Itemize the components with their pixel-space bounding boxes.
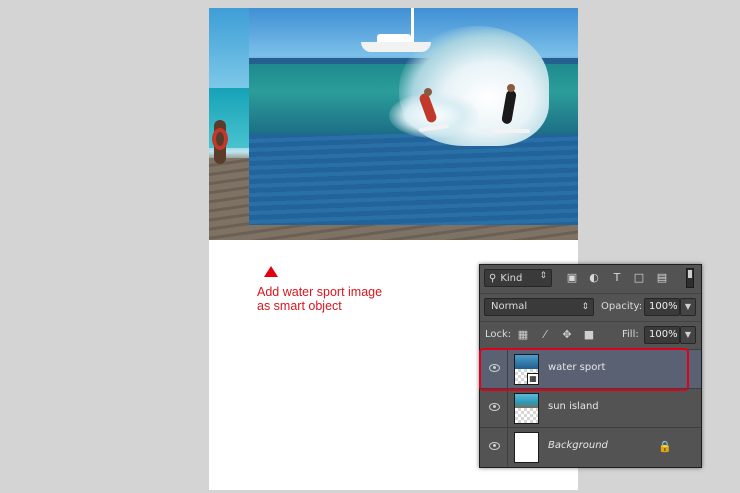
smart-object-icon: ▦	[527, 373, 538, 384]
layer-name: water sport	[548, 362, 606, 373]
lock-transparent-pixels-icon[interactable]: ▦	[517, 329, 529, 341]
lock-icon: 🔒	[658, 440, 672, 453]
fill-dropdown-button[interactable]: ▼	[680, 326, 696, 344]
search-icon: ⚲	[489, 272, 497, 284]
shape-filter-icon[interactable]: □	[633, 272, 645, 284]
note-line-2: as smart object	[257, 299, 342, 313]
updown-chevron-icon: ⇕	[539, 271, 547, 281]
layer-name: Background	[548, 440, 608, 451]
lock-label: Lock:	[485, 329, 512, 340]
filter-toggle-switch[interactable]	[686, 268, 694, 288]
adjustment-filter-icon[interactable]: ◐	[588, 272, 600, 284]
layers-panel: ⚲ Kind ⇕ ▣ ◐ T □ ▤ Normal ⇕ Opacity: 100…	[479, 264, 702, 468]
layer-thumbnail	[514, 432, 539, 463]
layer-thumbnail: ▦	[514, 354, 539, 385]
opacity-dropdown-button[interactable]: ▼	[680, 298, 696, 316]
eye-icon[interactable]	[489, 364, 500, 372]
lock-all-icon[interactable]: ■	[583, 329, 595, 341]
fill-input[interactable]: 100%	[644, 326, 680, 344]
lifebuoy-image	[212, 128, 228, 150]
instruction-note: Add water sport image as smart object	[257, 266, 382, 313]
blend-mode-select[interactable]: Normal ⇕	[484, 298, 594, 316]
layer-thumbnail	[514, 393, 539, 424]
layer-name: sun island	[548, 401, 599, 412]
image-filter-icon[interactable]: ▣	[566, 272, 578, 284]
layer-water-sport[interactable]: ▦ water sport	[479, 348, 701, 391]
triangle-icon	[264, 266, 278, 277]
fill-label: Fill:	[622, 329, 639, 340]
kind-label: Kind	[500, 272, 523, 284]
note-line-1: Add water sport image	[257, 285, 383, 299]
opacity-input[interactable]: 100%	[644, 298, 680, 316]
water-sport-image	[249, 8, 578, 225]
layer-background[interactable]: Background 🔒	[480, 427, 701, 466]
type-filter-icon[interactable]: T	[611, 272, 623, 284]
lock-row: Lock: ▦ ⁄ ✥ ■ Fill: 100% ▼	[480, 321, 701, 347]
layer-sun-island[interactable]: sun island	[480, 388, 701, 427]
layer-filter-row: ⚲ Kind ⇕ ▣ ◐ T □ ▤	[480, 265, 701, 291]
lock-position-icon[interactable]: ✥	[561, 329, 573, 341]
kind-filter-select[interactable]: ⚲ Kind ⇕	[484, 269, 552, 287]
blend-row: Normal ⇕ Opacity: 100% ▼	[480, 293, 701, 319]
smart-object-filter-icon[interactable]: ▤	[656, 272, 668, 284]
updown-chevron-icon: ⇕	[581, 302, 589, 312]
eye-icon[interactable]	[489, 442, 500, 450]
sailboat-image	[411, 8, 414, 44]
eye-icon[interactable]	[489, 403, 500, 411]
opacity-label: Opacity:	[601, 301, 643, 312]
blend-mode-value: Normal	[491, 301, 528, 312]
lock-image-pixels-icon[interactable]: ⁄	[539, 329, 551, 341]
